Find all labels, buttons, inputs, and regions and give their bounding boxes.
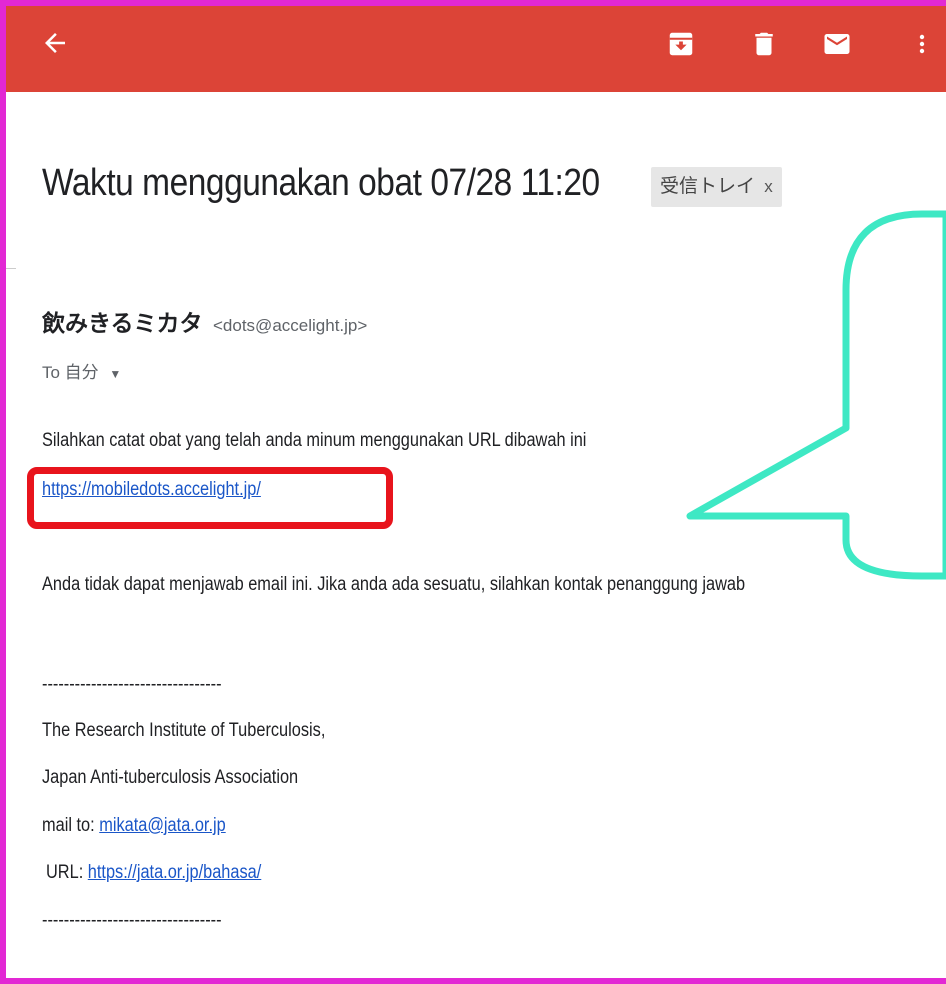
sender-line: 飲みきるミカタ <dots@accelight.jp> — [42, 304, 367, 338]
remove-label-icon[interactable]: x — [764, 177, 773, 196]
archive-icon[interactable] — [666, 27, 696, 61]
chevron-down-icon[interactable]: ▼ — [109, 367, 121, 381]
body-line-2: Anda tidak dapat menjawab email ini. Jik… — [42, 574, 746, 595]
signature-url-link[interactable]: https://jata.or.jp/bahasa/ — [88, 862, 262, 883]
signature-separator-top: --------------------------------- — [42, 674, 222, 695]
signature-mail-link[interactable]: mikata@jata.or.jp — [99, 815, 225, 836]
back-arrow-icon[interactable] — [40, 28, 70, 58]
inbox-label-text: 受信トレイ — [660, 176, 756, 197]
email-subject: Waktu menggunakan obat 07/28 11:20 — [42, 162, 600, 204]
sender-email: <dots@accelight.jp> — [213, 316, 368, 335]
signature-url-prefix: URL: — [46, 862, 84, 883]
sender-name: 飲みきるミカタ — [42, 310, 203, 336]
signature-url-line: URL: https://jata.or.jp/bahasa/ — [46, 862, 261, 884]
mail-icon[interactable] — [822, 27, 852, 61]
more-vert-icon[interactable] — [910, 27, 934, 61]
body-line-1: Silahkan catat obat yang telah anda minu… — [42, 430, 587, 451]
trash-icon[interactable] — [749, 27, 779, 61]
signature-mail-line: mail to: mikata@jata.or.jp — [42, 815, 226, 837]
recipient-line[interactable]: To 自分 ▼ — [42, 358, 121, 383]
signature-line-2: Japan Anti-tuberculosis Association — [42, 767, 299, 788]
signature-mail-prefix: mail to: — [42, 815, 95, 836]
link-highlight-box — [27, 467, 393, 529]
divider — [6, 268, 16, 269]
signature-line-1: The Research Institute of Tuberculosis, — [42, 720, 326, 741]
top-app-bar — [6, 6, 946, 92]
recipient-text: To 自分 — [42, 363, 99, 382]
signature-separator-bottom: --------------------------------- — [42, 910, 222, 931]
inbox-label-chip[interactable]: 受信トレイ x — [651, 167, 782, 207]
